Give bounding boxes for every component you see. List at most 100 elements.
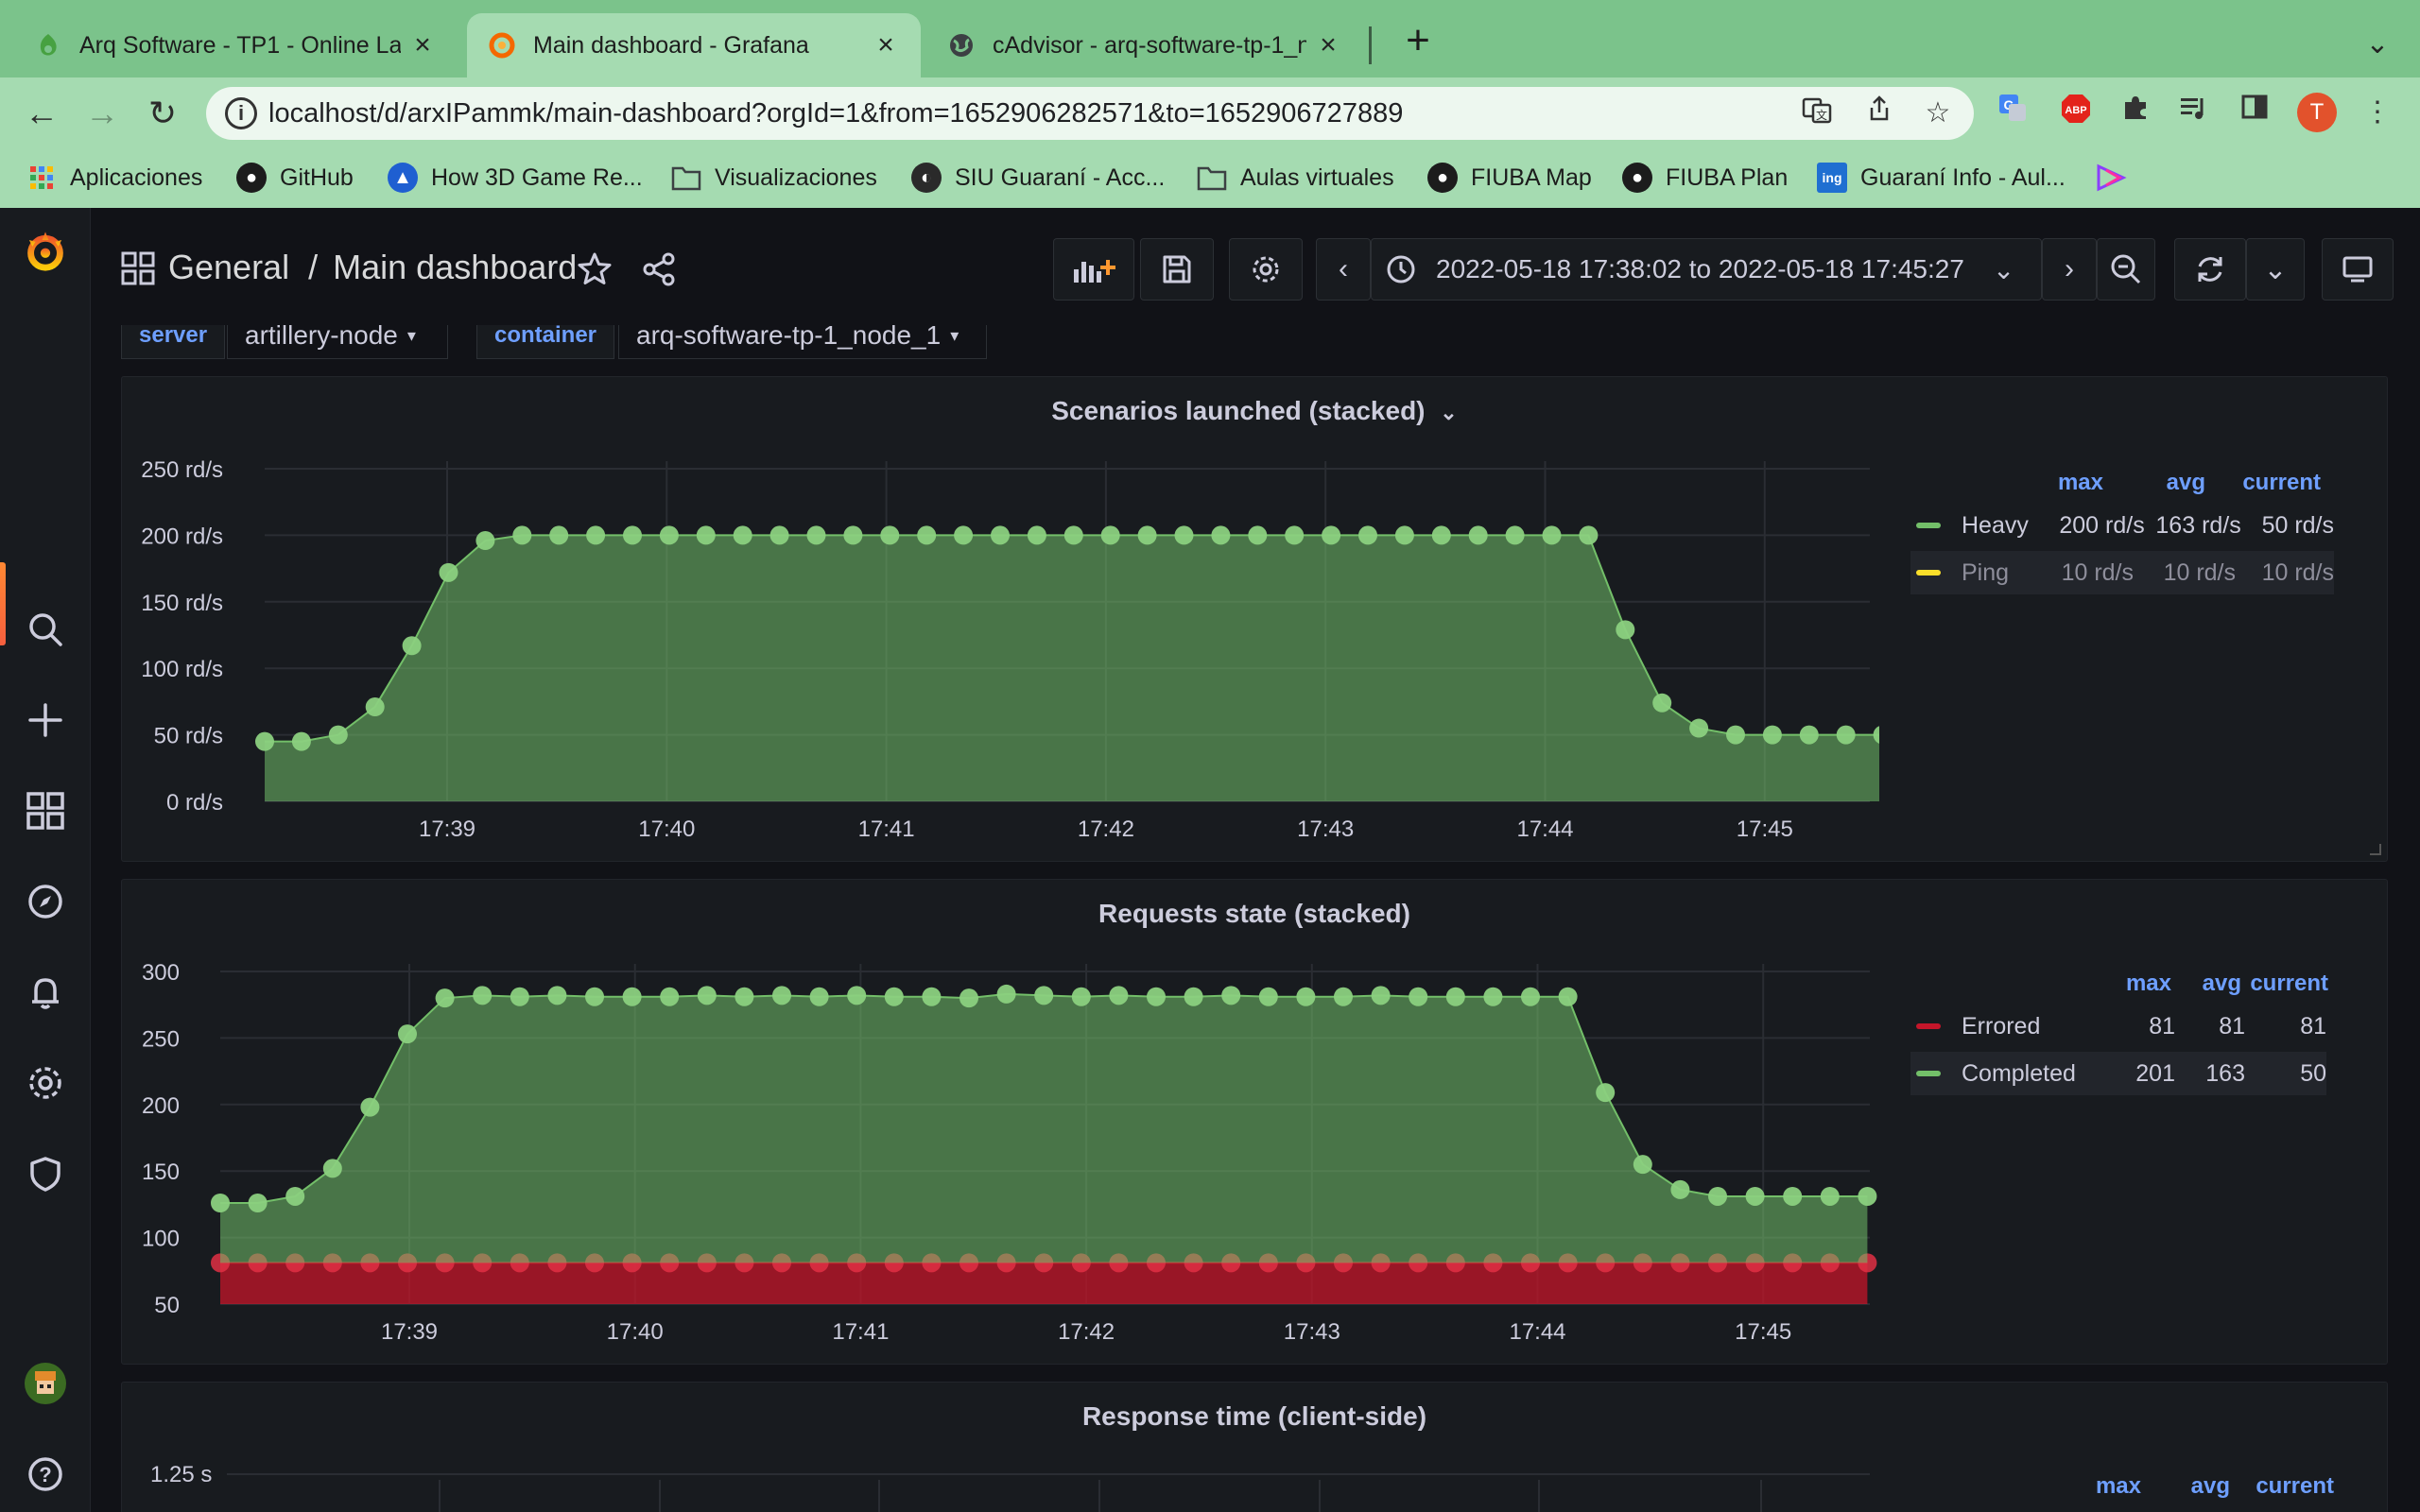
legend-swatch	[1916, 1023, 1941, 1029]
dashboards-grid-icon[interactable]	[23, 788, 68, 833]
alerting-bell-icon[interactable]	[23, 970, 68, 1015]
data-point	[1558, 987, 1578, 1006]
browser-tab-overleaf[interactable]: Arq Software - TP1 - Online La ×	[13, 13, 458, 77]
server-admin-shield-icon[interactable]	[23, 1151, 68, 1196]
data-point	[1820, 1186, 1840, 1206]
time-range-picker[interactable]: 2022-05-18 17:38:02 to 2022-05-18 17:45:…	[1371, 238, 2042, 301]
legend-swatch	[1916, 523, 1941, 528]
data-point	[922, 987, 942, 1006]
browser-tab-grafana[interactable]: Main dashboard - Grafana ×	[467, 13, 921, 77]
legend-item-completed[interactable]: Completed 201 163 50	[1910, 1052, 2326, 1095]
new-tab-plus-icon[interactable]: +	[1394, 17, 1442, 64]
bookmark-aulas-virtuales[interactable]: Aulas virtuales	[1197, 159, 1394, 197]
data-point	[1468, 525, 1488, 545]
bookmark-aplicaciones[interactable]: Aplicaciones	[26, 159, 202, 197]
data-point	[1248, 525, 1268, 545]
data-point	[1147, 987, 1166, 1006]
data-point	[1174, 525, 1194, 545]
extensions-puzzle-icon[interactable]	[2116, 93, 2155, 132]
y-axis-tick: 250	[142, 1026, 180, 1052]
legend-header-current[interactable]: current	[2245, 971, 2328, 997]
help-question-icon[interactable]: ?	[23, 1452, 68, 1497]
bookmark-fiuba-map[interactable]: ● FIUBA Map	[1427, 159, 1592, 197]
data-point	[255, 731, 274, 751]
profile-avatar[interactable]: T	[2297, 93, 2337, 132]
cycle-view-mode-button[interactable]	[2322, 238, 2394, 301]
data-point	[211, 1193, 230, 1212]
zoom-out-button[interactable]	[2097, 238, 2155, 301]
user-avatar[interactable]	[23, 1361, 68, 1406]
bookmark-how-3d-game[interactable]: ▲ How 3D Game Re...	[388, 159, 643, 197]
legend-header-avg[interactable]: avg	[2109, 470, 2205, 496]
data-point	[954, 525, 974, 545]
forward-arrow-icon[interactable]: →	[79, 91, 125, 136]
legend-header-max[interactable]: max	[2109, 971, 2171, 997]
data-point	[959, 988, 978, 1008]
bookmark-label: How 3D Game Re...	[431, 163, 643, 191]
bookmark-visualizaciones[interactable]: Visualizaciones	[671, 159, 877, 197]
bookmark-github[interactable]: ● GitHub	[236, 159, 354, 197]
panel-resize-handle[interactable]	[2370, 844, 2381, 855]
share-dashboard-icon[interactable]	[641, 251, 677, 287]
share-icon[interactable]	[1860, 94, 1898, 132]
legend-item-heavy[interactable]: Heavy 200 rd/s 163 rd/s 50 rd/s	[1910, 504, 2334, 547]
data-point	[1596, 1083, 1616, 1103]
close-tab-icon[interactable]: ×	[872, 29, 900, 61]
refresh-interval-dropdown[interactable]: ⌄	[2246, 238, 2305, 301]
breadcrumb-folder[interactable]: General	[168, 248, 289, 286]
github-icon: ●	[1622, 163, 1652, 193]
data-point	[248, 1193, 268, 1212]
y-axis-tick: 0 rd/s	[166, 790, 223, 816]
adblock-plus-icon[interactable]: ABP	[2056, 93, 2096, 132]
legend-item-ping[interactable]: Ping 10 rd/s 10 rd/s 10 rd/s	[1910, 551, 2334, 594]
time-shift-forward-button[interactable]: ›	[2042, 238, 2097, 301]
data-point	[439, 562, 458, 582]
save-icon	[1163, 255, 1191, 284]
back-arrow-icon[interactable]: ←	[19, 91, 64, 136]
data-point	[586, 525, 606, 545]
grafana-logo-icon[interactable]	[23, 229, 68, 274]
star-favorite-icon[interactable]	[577, 251, 613, 287]
bookmark-guarani-info[interactable]: ing Guaraní Info - Aul...	[1817, 159, 2066, 197]
add-panel-button[interactable]	[1053, 238, 1134, 301]
dashboard-settings-button[interactable]	[1229, 238, 1303, 301]
explore-compass-icon[interactable]	[23, 879, 68, 924]
browser-tab-cadvisor[interactable]: cAdvisor - arq-software-tp-1_n ×	[926, 13, 1363, 77]
legend-header-current[interactable]: current	[2211, 470, 2321, 496]
media-queue-icon[interactable]	[2174, 93, 2214, 132]
side-panel-icon[interactable]	[2235, 93, 2274, 132]
tab-search-chevron-icon[interactable]: ⌄	[2354, 21, 2401, 68]
close-tab-icon[interactable]: ×	[1314, 29, 1342, 61]
browser-menu-kebab-icon[interactable]: ⋮	[2358, 93, 2397, 132]
y-axis-tick: 100	[142, 1227, 180, 1252]
grafana-sidebar: ?	[0, 208, 91, 1512]
data-point	[772, 986, 791, 1005]
url-text[interactable]: localhost/d/arxIPammk/main-dashboard?org…	[268, 98, 1403, 129]
dashboard-title[interactable]: Main dashboard	[333, 248, 577, 286]
bookmark-fiuba-plan[interactable]: ● FIUBA Plan	[1622, 159, 1788, 197]
translate-icon[interactable]: 文	[1798, 94, 1836, 132]
data-point	[1579, 525, 1599, 545]
data-point	[1542, 525, 1562, 545]
legend-item-errored[interactable]: Errored 81 81 81	[1910, 1005, 2326, 1048]
more-bookmarks-icon[interactable]	[2095, 159, 2129, 197]
site-info-icon[interactable]: i	[225, 97, 257, 129]
close-tab-icon[interactable]: ×	[408, 29, 437, 61]
google-translate-extension-icon[interactable]: G	[1993, 93, 2032, 132]
search-icon[interactable]	[23, 607, 68, 652]
x-axis-tick: 17:42	[1058, 1319, 1115, 1345]
dashboards-grid-icon[interactable]	[121, 251, 155, 285]
time-shift-back-button[interactable]: ‹	[1316, 238, 1371, 301]
legend-header-max[interactable]: max	[2014, 470, 2103, 496]
save-dashboard-button[interactable]	[1140, 238, 1214, 301]
bookmark-siu-guarani[interactable]: ◐ SIU Guaraní - Acc...	[911, 159, 1165, 197]
x-axis-tick: 17:41	[832, 1319, 889, 1345]
reload-icon[interactable]: ↻	[140, 91, 185, 136]
create-plus-icon[interactable]	[23, 697, 68, 743]
refresh-button[interactable]	[2174, 238, 2246, 301]
globe-icon	[947, 31, 976, 60]
legend-header-avg[interactable]: avg	[2175, 971, 2241, 997]
data-point	[847, 986, 867, 1005]
bookmark-star-icon[interactable]: ☆	[1919, 94, 1957, 132]
configuration-gear-icon[interactable]	[23, 1060, 68, 1106]
